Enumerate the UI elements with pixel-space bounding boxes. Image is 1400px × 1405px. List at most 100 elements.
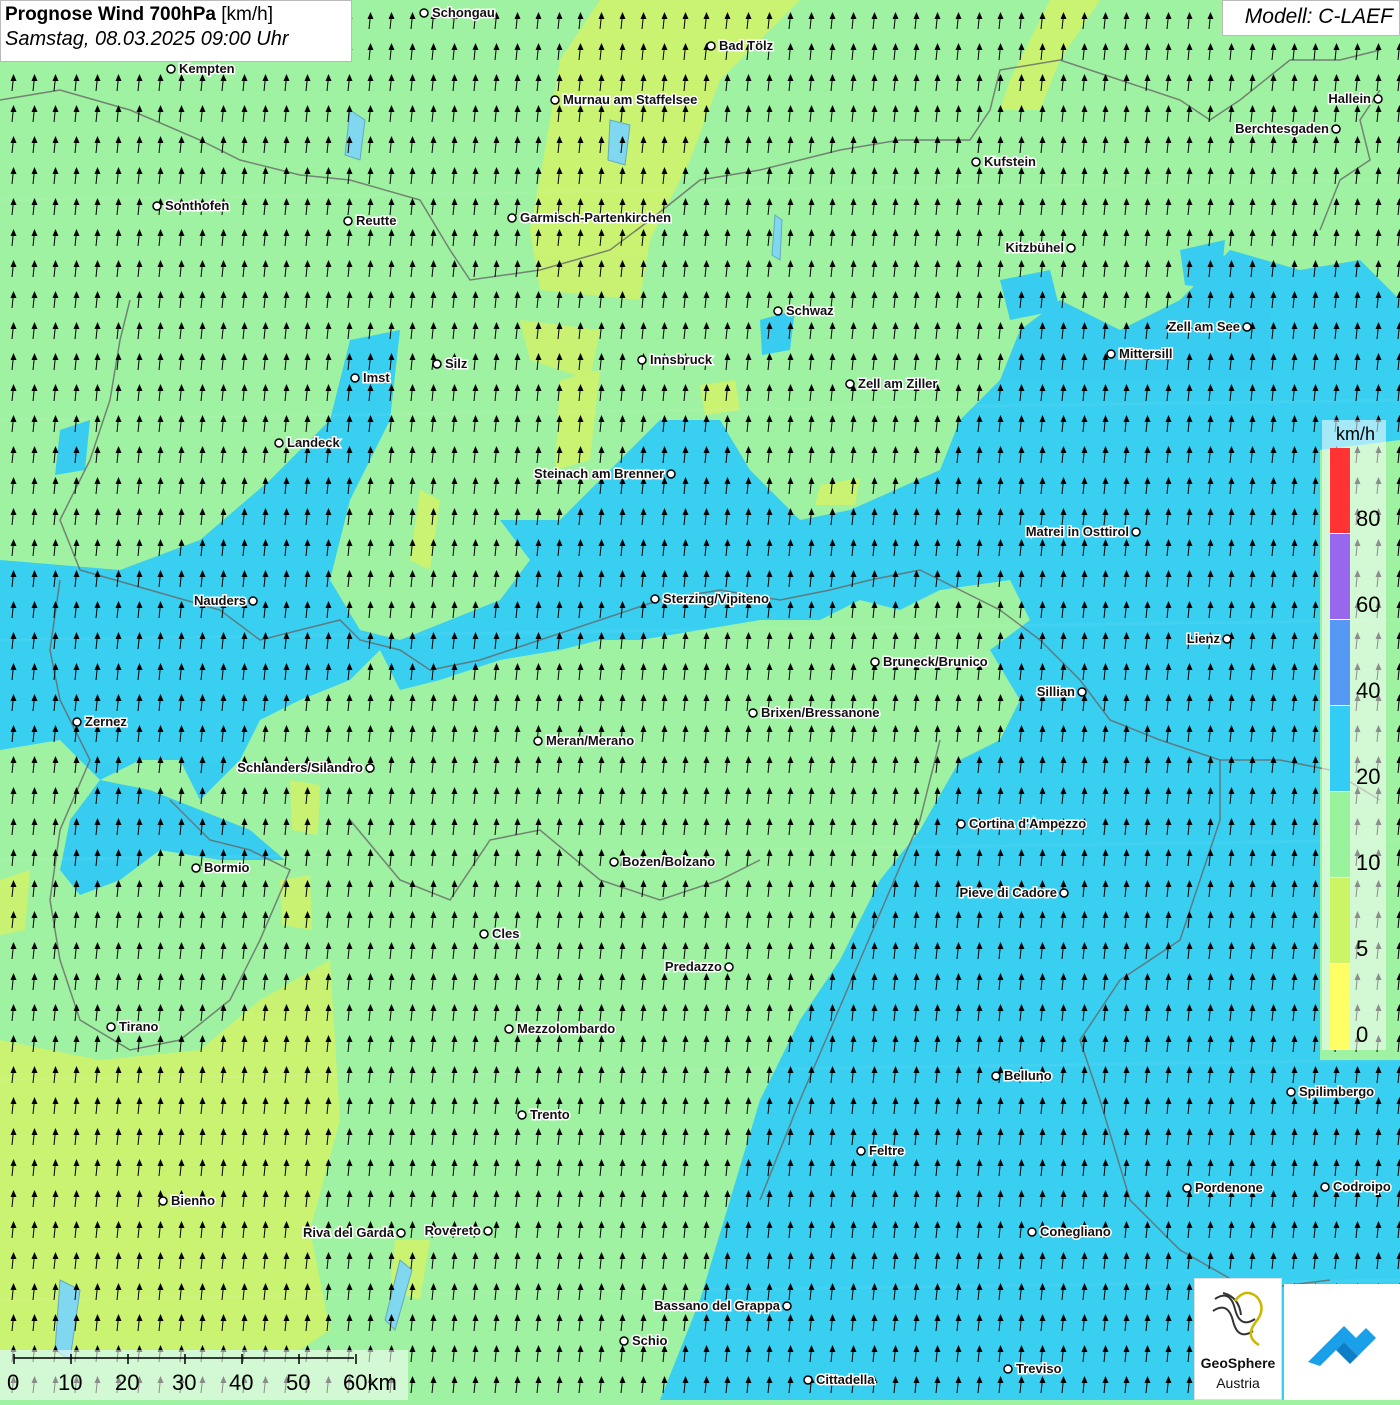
city-label: Predazzo (665, 959, 722, 974)
geosphere-logo[interactable]: GeoSphere Austria (1194, 1278, 1282, 1400)
city-dot-icon (433, 360, 441, 368)
city-label: Zell am Ziller (858, 376, 937, 391)
city-marker: Berchtesgaden (1235, 121, 1340, 136)
city-label: Pieve di Cadore (959, 885, 1057, 900)
city-label: Hallein (1328, 91, 1371, 106)
city-dot-icon (1107, 350, 1115, 358)
scale-bar-label: 40 (229, 1370, 253, 1396)
city-label: Zell am See (1168, 319, 1240, 334)
city-label: Pordenone (1195, 1180, 1263, 1195)
city-label: Kempten (179, 61, 235, 76)
city-dot-icon (480, 930, 488, 938)
legend-tick-label: 40 (1356, 678, 1380, 704)
title-box: Prognose Wind 700hPa [km/h] Samstag, 08.… (0, 0, 352, 62)
city-label: Kitzbühel (1006, 240, 1065, 255)
city-label: Bruneck/Brunico (883, 654, 988, 669)
city-label: Treviso (1016, 1361, 1062, 1376)
city-label: Bormio (204, 860, 250, 875)
city-dot-icon (534, 737, 542, 745)
city-label: Rovereto (425, 1223, 481, 1238)
scale-bar-label: 10 (58, 1370, 82, 1396)
city-marker: Zell am Ziller (846, 376, 937, 391)
cloud-arrow-icon (1284, 1284, 1400, 1400)
city-dot-icon (804, 1376, 812, 1384)
city-dot-icon (249, 597, 257, 605)
city-dot-icon (638, 356, 646, 364)
city-marker: Pordenone (1183, 1180, 1263, 1195)
city-dot-icon (707, 42, 715, 50)
city-marker: Sonthofen (153, 198, 229, 213)
city-label: Belluno (1004, 1068, 1052, 1083)
city-dot-icon (846, 380, 854, 388)
city-label: Berchtesgaden (1235, 121, 1329, 136)
scale-bar: 0102030405060km (0, 1350, 408, 1400)
city-label: Garmisch-Partenkirchen (520, 210, 671, 225)
geosphere-name: GeoSphere (1195, 1355, 1281, 1371)
geosphere-sub: Austria (1195, 1375, 1281, 1391)
legend-tick-label: 60 (1356, 592, 1380, 618)
city-label: Zernez (85, 714, 127, 729)
city-dot-icon (153, 202, 161, 210)
city-dot-icon (508, 214, 516, 222)
legend-swatch (1330, 448, 1350, 534)
city-dot-icon (992, 1072, 1000, 1080)
city-label: Spilimbergo (1299, 1084, 1374, 1099)
scale-bar-label: 20 (115, 1370, 139, 1396)
city-label: Riva del Garda (303, 1225, 395, 1240)
city-marker: Schongau (420, 5, 495, 20)
city-label: Conegliano (1040, 1224, 1111, 1239)
city-marker: Murnau am Staffelsee (551, 92, 697, 107)
city-label: Bad Tölz (719, 38, 774, 53)
city-marker: Bassano del Grappa (654, 1298, 791, 1313)
city-dot-icon (1374, 95, 1382, 103)
city-label: Steinach am Brenner (534, 466, 664, 481)
city-dot-icon (667, 470, 675, 478)
city-dot-icon (505, 1025, 513, 1033)
city-label: Matrei in Osttirol (1026, 524, 1129, 539)
model-label: Modell: C-LAEF (1222, 0, 1400, 36)
city-label: Meran/Merano (546, 733, 634, 748)
city-dot-icon (518, 1111, 526, 1119)
scale-bar-label: 60km (343, 1370, 397, 1396)
city-dot-icon (397, 1229, 405, 1237)
city-dot-icon (871, 658, 879, 666)
city-marker: Bruneck/Brunico (871, 654, 988, 669)
city-dot-icon (351, 374, 359, 382)
city-label: Sterzing/Vipiteno (663, 591, 769, 606)
city-marker: Innsbruck (638, 352, 713, 367)
legend-bar (1330, 448, 1350, 1050)
legend-unit: km/h (1336, 424, 1375, 445)
city-marker: Bozen/Bolzano (610, 854, 715, 869)
wind-map[interactable]: Schongau Bad Tölz Kempten Murnau am Staffel… (0, 0, 1400, 1400)
city-label: Schongau (432, 5, 495, 20)
legend-tick-label: 0 (1356, 1022, 1368, 1048)
city-dot-icon (1132, 528, 1140, 536)
city-label: Cles (492, 926, 519, 941)
city-dot-icon (610, 858, 618, 866)
legend-swatch (1330, 964, 1350, 1050)
city-label: Innsbruck (650, 352, 713, 367)
city-dot-icon (344, 217, 352, 225)
app-logo[interactable] (1284, 1284, 1400, 1400)
city-label: Feltre (869, 1143, 904, 1158)
city-dot-icon (1223, 635, 1231, 643)
legend-swatch (1330, 706, 1350, 792)
city-label: Murnau am Staffelsee (563, 92, 697, 107)
map-title-unit: [km/h] (216, 4, 273, 25)
city-marker: Mezzolombardo (505, 1021, 615, 1036)
city-dot-icon (1004, 1365, 1012, 1373)
city-dot-icon (972, 158, 980, 166)
city-dot-icon (1060, 889, 1068, 897)
city-label: Schwaz (786, 303, 834, 318)
city-label: Silz (445, 356, 468, 371)
city-dot-icon (73, 718, 81, 726)
scale-bar-label: 30 (172, 1370, 196, 1396)
city-label: Reutte (356, 213, 396, 228)
city-label: Imst (363, 370, 390, 385)
city-label: Bienno (171, 1193, 215, 1208)
city-dot-icon (1243, 323, 1251, 331)
city-label: Brixen/Bressanone (761, 705, 880, 720)
legend-swatch (1330, 620, 1350, 706)
legend-swatch (1330, 534, 1350, 620)
legend-swatch (1330, 792, 1350, 878)
